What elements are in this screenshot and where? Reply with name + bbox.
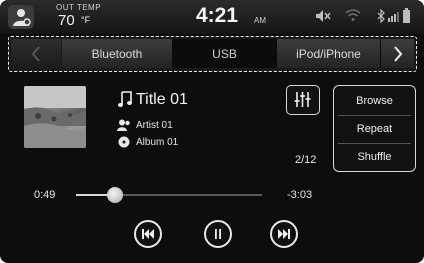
bluetooth-icon [377,9,385,23]
skip-previous-icon [142,229,154,239]
equalizer-icon [294,92,311,107]
previous-track-button[interactable] [134,220,162,248]
progress-knob[interactable] [107,187,124,203]
battery-icon [403,8,410,23]
shuffle-button[interactable]: Shuffle [334,143,415,171]
tab-ipod-iphone[interactable]: iPod/iPhone [277,39,381,68]
outside-temp-unit: °F [81,15,91,25]
clock-ampm: AM [254,16,266,25]
tab-usb[interactable]: USB [173,39,277,68]
tab-next-button[interactable] [381,39,414,68]
tab-prev-button[interactable] [11,39,61,68]
album-icon [118,136,130,148]
wifi-icon [345,9,361,21]
artist-name: Artist 01 [136,120,173,131]
side-menu: Browse Repeat Shuffle [333,85,416,172]
pause-icon [215,229,221,239]
track-index: 2/12 [295,154,317,166]
album-art-image [24,86,86,148]
chevron-right-icon [393,45,402,62]
mute-icon [316,10,331,22]
elapsed-time: 0:49 [34,189,56,201]
album-name: Album 01 [136,137,179,148]
tab-bluetooth[interactable]: Bluetooth [62,39,173,68]
profile-icon [13,9,31,26]
infotainment-screen: OUT TEMP 70 °F 4:21 AM Bluetooth USB iPo… [0,0,424,263]
chevron-left-icon [31,45,40,62]
sound-settings-button[interactable] [286,85,320,115]
skip-next-icon [278,229,290,239]
profile-button[interactable] [8,5,34,29]
progress-slider[interactable] [76,187,262,203]
pause-button[interactable] [204,220,232,248]
browse-button[interactable]: Browse [334,87,415,115]
album-art [24,86,86,148]
status-bar: OUT TEMP 70 °F 4:21 AM [0,0,424,34]
repeat-button[interactable]: Repeat [334,115,415,143]
source-tab-bar: Bluetooth USB iPod/iPhone [8,36,417,72]
signal-icon [388,12,399,22]
clock-time: 4:21 [196,4,239,27]
track-title: Title 01 [136,91,188,108]
artist-icon [117,119,130,131]
music-note-icon [118,91,132,107]
outside-temp-value: 70 [58,12,75,29]
next-track-button[interactable] [270,220,298,248]
remaining-time: -3:03 [287,189,313,201]
outside-temp-label: OUT TEMP [56,3,102,12]
